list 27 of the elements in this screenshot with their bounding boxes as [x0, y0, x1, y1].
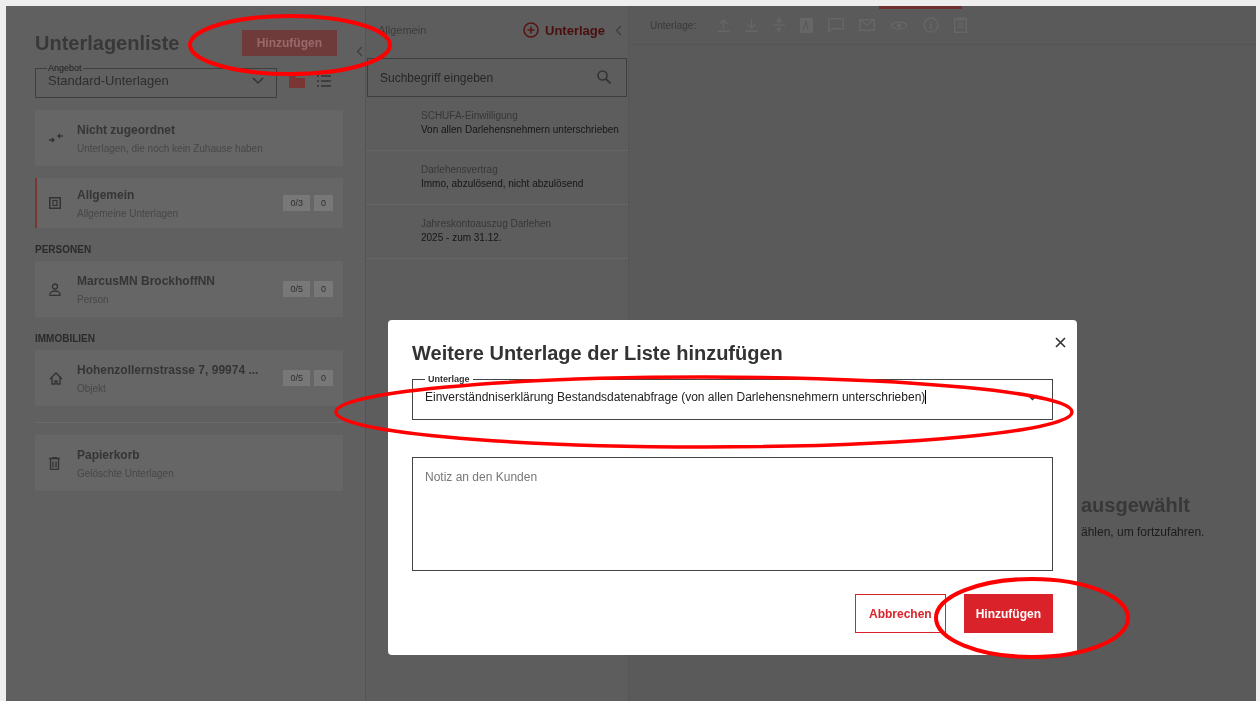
document-subtitle: Immo, abzulösend, nicht abzulösend	[421, 178, 585, 189]
count-badge: 0/5	[283, 281, 310, 297]
add-document-link[interactable]: Unterlage	[523, 22, 605, 38]
person-icon	[49, 282, 61, 296]
list-icon[interactable]	[317, 75, 331, 87]
arrows-inward-icon	[49, 133, 63, 143]
count-badge: 0	[314, 370, 333, 386]
document-subtitle: Von allen Darlehensnehmern unterschrieben	[421, 124, 620, 135]
document-select[interactable]: Unterlage Einverständniserklärung Bestandsdatenabfrage (von allen Darlehensnehmern unterschrieben)	[412, 375, 1053, 420]
collapse-icon[interactable]	[356, 46, 363, 57]
plus-circle-icon	[523, 22, 540, 38]
collapse-icon[interactable]	[615, 24, 622, 36]
count-badge: 0/5	[283, 370, 310, 386]
count-badge: 0/3	[283, 195, 310, 211]
count-badge: 0	[314, 281, 333, 297]
dialog-title: Weitere Unterlage der Liste hinzufügen	[412, 342, 783, 365]
add-button[interactable]: Hinzufügen	[963, 594, 1053, 633]
count-badge: 0	[314, 195, 333, 211]
cancel-button[interactable]: Abbrechen	[855, 594, 946, 633]
house-icon	[49, 371, 63, 385]
search-icon[interactable]	[597, 70, 611, 84]
document-subtitle: 2025 - zum 31.12.	[421, 232, 503, 243]
trash-icon	[49, 456, 60, 470]
letter-square-icon	[49, 197, 61, 209]
empty-state-hint: ählen, um fortzufahren.	[1081, 525, 1205, 539]
close-icon	[1055, 337, 1066, 348]
note-field[interactable]: Notiz an den Kunden	[412, 457, 1053, 571]
